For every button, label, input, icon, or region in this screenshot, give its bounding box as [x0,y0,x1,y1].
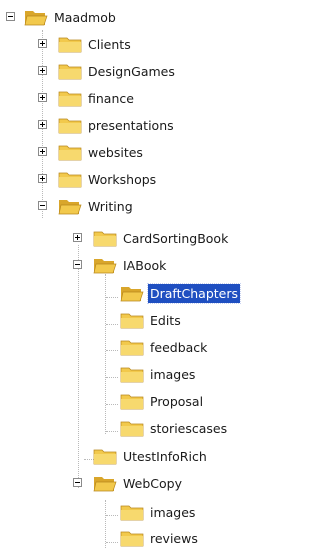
tree-node-draftchapters[interactable]: DraftChapters [0,280,273,307]
folder-open-icon [93,477,117,492]
tree-node-label[interactable]: images [148,503,197,522]
folder-icon [58,91,82,107]
tree-node-storiescases[interactable]: storiescases [0,415,273,442]
folder-icon [58,37,82,53]
tree-node-label[interactable]: IABook [121,256,168,275]
tree-node-label[interactable]: finance [86,89,136,108]
tree-node-label[interactable]: Edits [148,311,183,330]
folder-icon [120,367,144,383]
tree-node-label[interactable]: DraftChapters [147,283,241,304]
folder-icon [58,118,82,134]
folder-icon [120,421,144,437]
collapse-toggle[interactable] [38,201,47,210]
tree-node-cardsortingbook[interactable]: CardSortingBook [0,225,273,252]
tree-node-label[interactable]: Maadmob [52,8,118,27]
tree-node-websites[interactable]: websites [0,139,273,166]
folder-tree: Maadmob Clients DesignGames finance pres… [0,0,273,552]
tree-node-edits[interactable]: Edits [0,307,273,334]
folder-icon [120,340,144,356]
folder-icon [120,531,144,547]
tree-node-label[interactable]: images [148,365,197,384]
tree-node-designgames[interactable]: DesignGames [0,58,273,85]
expand-toggle[interactable] [38,147,47,156]
tree-node-images[interactable]: images [0,361,273,388]
tree-node-label[interactable]: feedback [148,338,209,357]
tree-node-label[interactable]: DesignGames [86,62,177,81]
tree-node-label[interactable]: storiescases [148,419,229,438]
tree-node-presentations[interactable]: presentations [0,112,273,139]
folder-icon [58,145,82,161]
tree-node-finance[interactable]: finance [0,85,273,112]
tree-node-reviews[interactable]: reviews [0,525,273,552]
expand-toggle[interactable] [38,66,47,75]
tree-node-label[interactable]: websites [86,143,145,162]
tree-node-label[interactable]: UtestInfoRich [121,447,209,466]
tree-node-utestinforich[interactable]: UtestInfoRich [0,443,273,470]
tree-node-label[interactable]: Clients [86,35,133,54]
tree-node-label[interactable]: CardSortingBook [121,229,230,248]
folder-icon [93,231,117,247]
folder-icon [120,505,144,521]
tree-node-label[interactable]: presentations [86,116,176,135]
collapse-toggle[interactable] [73,260,82,269]
folder-open-icon [58,200,82,215]
folder-icon [93,449,117,465]
folder-icon [120,394,144,410]
expand-toggle[interactable] [38,39,47,48]
tree-node-workshops[interactable]: Workshops [0,166,273,193]
tree-node-clients[interactable]: Clients [0,31,273,58]
tree-node-iabook[interactable]: IABook [0,252,273,279]
folder-icon [58,172,82,188]
tree-node-label[interactable]: reviews [148,529,200,548]
expand-toggle[interactable] [73,233,82,242]
collapse-toggle[interactable] [73,478,82,487]
folder-open-icon [24,11,48,26]
tree-node-label[interactable]: Writing [86,197,135,216]
expand-toggle[interactable] [38,93,47,102]
collapse-toggle[interactable] [6,12,15,21]
tree-node-feedback[interactable]: feedback [0,334,273,361]
tree-node-webcopy[interactable]: WebCopy [0,470,273,497]
tree-node-label[interactable]: Proposal [148,392,205,411]
tree-node-proposal[interactable]: Proposal [0,388,273,415]
tree-node-webcopy-images[interactable]: images [0,499,273,526]
tree-node-label[interactable]: WebCopy [121,474,184,493]
folder-open-icon [93,259,117,274]
folder-icon [58,64,82,80]
tree-node-writing[interactable]: Writing [0,193,273,220]
expand-toggle[interactable] [38,174,47,183]
folder-icon [120,313,144,329]
folder-open-icon [120,287,144,302]
expand-toggle[interactable] [38,120,47,129]
tree-node-label[interactable]: Workshops [86,170,158,189]
tree-node-maadmob[interactable]: Maadmob [0,4,273,31]
